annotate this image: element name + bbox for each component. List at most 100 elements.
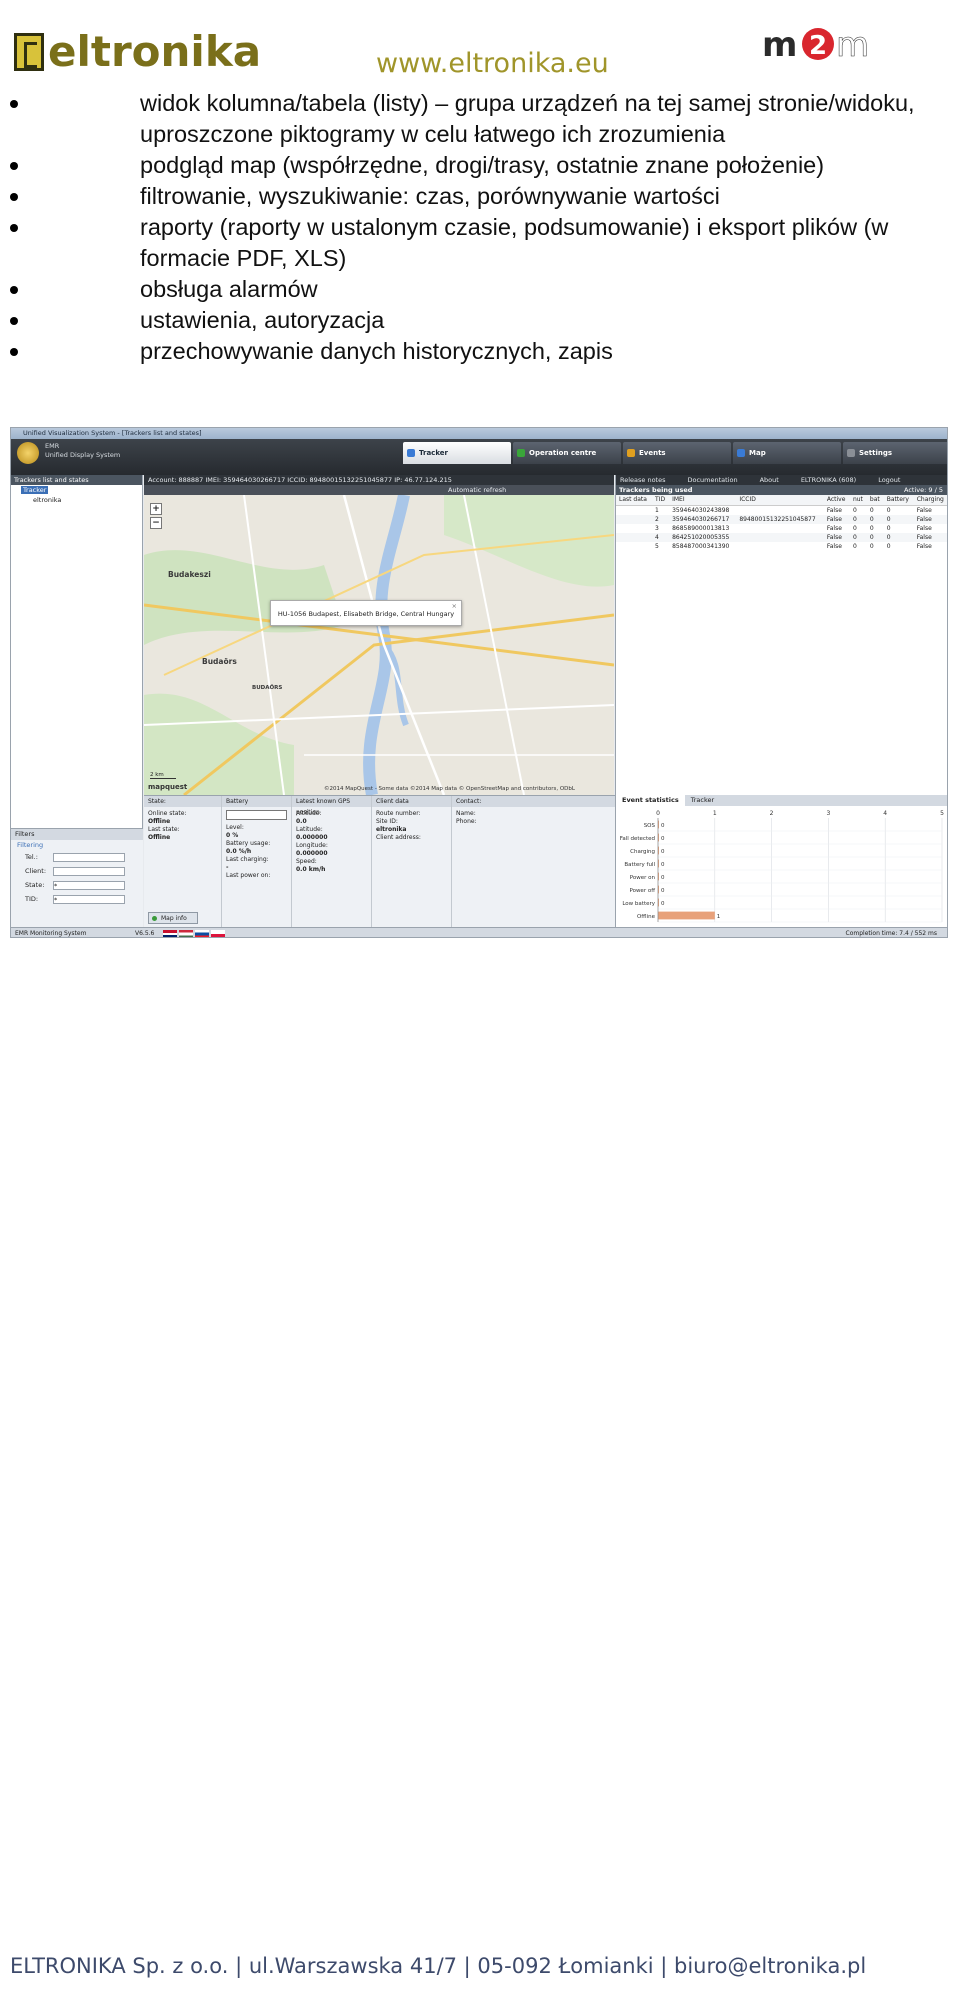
flag-sk-icon[interactable] — [195, 930, 209, 937]
svg-text:m: m — [762, 25, 797, 64]
data-label: 0 — [661, 901, 665, 907]
user-label: ELTRONIKA (608) — [800, 476, 857, 484]
x-tick-label: 5 — [940, 810, 944, 817]
eltronika-logo-text: eltronika — [48, 27, 262, 76]
tracker-id-line: Account: 888887 IMEI: 359464030266717 IC… — [148, 476, 452, 484]
filter-row: Tel.: — [11, 850, 143, 864]
tree-item-eltronika[interactable]: eltronika — [11, 495, 142, 505]
status-bar: EMR Monitoring System V6.5.6 Completion … — [11, 927, 947, 937]
filtering-label: Filtering — [17, 841, 44, 849]
version: V6.5.6 — [135, 930, 155, 937]
category-label: Low battery — [622, 901, 655, 907]
data-label: 0 — [661, 823, 665, 829]
emr-logo-icon — [17, 442, 39, 464]
tab-tracker[interactable]: Tracker — [403, 442, 511, 464]
tab-map[interactable]: Map — [733, 442, 841, 464]
tab-settings[interactable]: Settings — [843, 442, 947, 464]
map-scale: 2 km — [150, 772, 176, 779]
data-label: 1 — [717, 914, 721, 920]
filter-row: Client: — [11, 864, 143, 878]
category-label: Charging — [630, 849, 655, 855]
category-label: Battery full — [624, 862, 655, 868]
list-item: widok kolumna/tabela (listy) – grupa urz… — [0, 88, 960, 150]
tel-input[interactable] — [53, 852, 125, 862]
table-row[interactable]: 2 359464030266717 89480015132251045877 Fals… — [616, 514, 947, 524]
data-label: 0 — [661, 875, 665, 881]
about-link[interactable]: About — [760, 475, 779, 485]
category-label: Power off — [629, 888, 655, 894]
close-icon[interactable]: × — [452, 593, 457, 619]
x-tick-label: 1 — [713, 810, 717, 817]
map-icon — [737, 449, 745, 457]
tab-tracker-stats[interactable]: Tracker — [685, 795, 720, 806]
list-item: ustawienia, autoryzacja — [0, 305, 960, 336]
battery-column: Battery Level: 0 % Battery usage: 0.0 %/h … — [222, 796, 292, 928]
table-row[interactable]: 3 868589000013813 False 0 0 0 False — [616, 524, 947, 533]
filters-header[interactable]: Filters — [11, 829, 143, 840]
state-select[interactable]: * — [53, 880, 125, 890]
tab-operation-centre[interactable]: Operation centre — [513, 442, 621, 464]
tid-input[interactable]: * — [53, 894, 125, 904]
m2m-logo: m 2 m — [762, 25, 869, 64]
data-label: 0 — [661, 849, 665, 855]
gear-icon — [847, 449, 855, 457]
zoom-out-button[interactable]: − — [150, 517, 162, 529]
table-row[interactable]: 5 858487000341390 False 0 0 0 False — [616, 542, 947, 551]
site-url: www.eltronika.eu — [376, 48, 609, 79]
active-count: Active: 9 / 5 — [904, 486, 943, 494]
event-tabs: Event statistics Tracker — [616, 795, 947, 806]
pane-header: Trackers list and states — [11, 475, 142, 485]
map-info-bar: Account: 888887 IMEI: 359464030266717 IC… — [144, 475, 614, 495]
event-statistics-pane: Event statistics Tracker 0 1 2 3 4 5 SOS 0 Fall … — [615, 795, 947, 927]
page-footer: ELTRONIKA Sp. z o.o. | ul.Warszawska 41/… — [10, 1954, 867, 1978]
eltronika-logo-mark — [14, 33, 44, 71]
tab-events[interactable]: Events — [623, 442, 731, 464]
trackers-table: Last data TID IMEI ICCID Active nut bat … — [616, 495, 947, 551]
map-label: Budaörs — [202, 657, 237, 666]
eltronika-logo: eltronika — [14, 30, 261, 74]
map-info-button[interactable]: Map info — [148, 912, 198, 924]
x-tick-label: 0 — [656, 810, 660, 817]
map-graphic — [144, 495, 614, 795]
battery-bar — [226, 810, 287, 820]
events-icon — [627, 449, 635, 457]
list-item: podgląd map (współrzędne, drogi/trasy, o… — [0, 150, 960, 181]
category-label: Fall detected — [620, 836, 655, 842]
category-label: Offline — [637, 914, 656, 920]
app-screenshot: Unified Visualization System - [Trackers… — [10, 427, 948, 938]
table-row[interactable]: 4 864251020005355 False 0 0 0 False — [616, 532, 947, 542]
release-notes-link[interactable]: Release notes — [620, 475, 666, 485]
client-select[interactable] — [53, 866, 125, 876]
list-item: filtrowanie, wyszukiwanie: czas, porówny… — [0, 181, 960, 212]
table-row[interactable]: 1 359464030243898 False 0 0 0 False — [616, 505, 947, 515]
tree-item-tracker[interactable]: Tracker — [11, 485, 142, 495]
x-tick-label: 3 — [826, 810, 830, 817]
documentation-link[interactable]: Documentation — [688, 475, 738, 485]
tab-event-statistics[interactable]: Event statistics — [616, 795, 685, 806]
category-label: Power on — [630, 875, 656, 881]
flag-hu-icon[interactable] — [179, 930, 193, 937]
logout-link[interactable]: Logout — [878, 475, 900, 485]
trackers-header: Trackers being used Active: 9 / 5 — [616, 485, 947, 495]
map-pane: Account: 888887 IMEI: 359464030266717 IC… — [144, 475, 614, 795]
contact-column: Contact: Name: Phone: — [452, 796, 615, 928]
auto-refresh-checkbox[interactable]: Automatic refresh — [144, 485, 614, 495]
app-name: EMR Unified Display System — [45, 442, 121, 459]
flag-pl-icon[interactable] — [211, 930, 225, 937]
filters-panel: Filters Filtering Tel.: Client: State: * … — [11, 828, 143, 927]
x-tick-label: 4 — [883, 810, 887, 817]
status-left: EMR Monitoring System — [15, 930, 87, 937]
completion-time: Completion time: 7.4 / 552 ms — [845, 930, 937, 937]
gps-column: Latest known GPS position Altitude: 0.0 L… — [292, 796, 372, 928]
map-label: Budakeszi — [168, 570, 211, 579]
svg-text:m: m — [836, 25, 869, 64]
map-view[interactable]: + − HU-1056 Budapest, Elisabeth Bridge, … — [144, 495, 614, 795]
flag-uk-icon[interactable] — [163, 930, 177, 937]
zoom-in-button[interactable]: + — [150, 503, 162, 515]
x-tick-label: 2 — [770, 810, 774, 817]
trackers-tree-pane: Trackers list and states Tracker eltroni… — [11, 475, 143, 927]
map-popup: HU-1056 Budapest, Elisabeth Bridge, Cent… — [270, 600, 462, 626]
operation-centre-icon — [517, 449, 525, 457]
data-label: 0 — [661, 888, 665, 894]
event-statistics-chart: 0 1 2 3 4 5SOS 0Fall detected 0Charging 0Battery… — [620, 810, 944, 923]
